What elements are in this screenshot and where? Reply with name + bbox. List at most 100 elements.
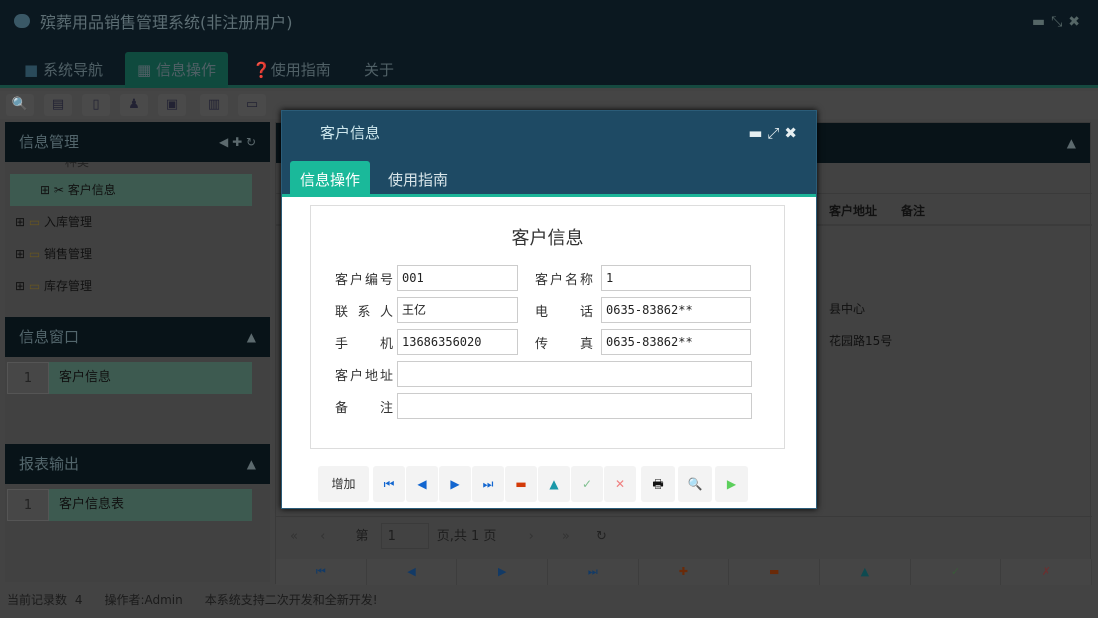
dialog-title: 客户信息 [320,124,381,142]
close-icon[interactable]: ✖ [784,124,802,142]
next-page-icon[interactable]: › [529,529,534,544]
add-icon[interactable]: ✚ [638,559,730,585]
delete-icon[interactable]: ▬ [729,559,821,585]
cancel-icon[interactable]: ✗ [1001,559,1093,585]
prev-page-icon[interactable]: ‹ [320,529,325,544]
close-icon[interactable]: ✖ [1068,14,1086,30]
customer-code-input[interactable]: 001 [397,265,518,291]
tree-item-stock-in[interactable]: ⊞ ▭ 入库管理 [5,206,270,238]
panel-controls[interactable]: ◀ ✚ ↻ [219,122,256,162]
title-bar: 殡葬用品销售管理系统(非注册用户) [0,0,1098,42]
window-icon[interactable]: ▭ [238,94,266,116]
add-button[interactable]: 增加 [318,466,369,502]
customer-name-input[interactable]: 1 [601,265,751,291]
left-sidebar: 信息管理 ◀ ✚ ↻ 种类 ⊞ ✂ 客户信息 ⊞ ▭ 入库管理 ⊞ ▭ 销售管理 … [5,122,270,582]
last-page-icon[interactable]: » [562,529,570,544]
status-note: 本系统支持二次开发和全新开发! [204,593,378,607]
operator: 操作者:Admin [104,593,183,607]
panel-title: 信息管理 [19,133,80,151]
monitor-icon: ■ [24,61,39,79]
edit-button[interactable]: ▲ [538,466,570,502]
table-row[interactable]: 县中心 [829,300,865,317]
record-count: 当前记录数 4 [7,593,83,607]
minimize-icon[interactable]: ▬ [748,124,767,142]
form-icon[interactable]: ▥ [200,94,228,116]
list-icon[interactable]: ▤ [44,94,72,116]
list-item[interactable]: 1 客户信息表 [7,489,252,521]
dialog-tab-info-ops[interactable]: 信息操作 [290,161,371,197]
print-preview-button[interactable]: 🔍 [678,466,712,502]
last-record-icon[interactable]: ⏭ [548,559,639,585]
tree-item-sales[interactable]: ⊞ ▭ 销售管理 [5,238,270,270]
delete-button[interactable]: ▬ [505,466,537,502]
dialog-header: 客户信息 ▬⤢✖ [282,111,816,155]
edit-icon[interactable]: ▲ [820,559,911,585]
tab-guide[interactable]: ❓使用指南 [240,52,343,88]
collapse-icon[interactable]: ▲ [247,444,256,484]
minimize-icon[interactable]: ▬ [1032,14,1051,30]
list-item[interactable]: 1 客户信息 [7,362,252,394]
phone-input[interactable]: 0635-83862** [601,297,751,323]
last-record-button[interactable]: ⏭ [472,466,504,502]
tree-item-category[interactable]: 种类 [5,162,270,174]
first-record-icon[interactable]: ⏮ [276,559,367,585]
fax-input[interactable]: 0635-83862** [601,329,751,355]
tab-about[interactable]: 关于 [352,52,406,88]
item-label: 客户信息 [59,370,112,385]
refresh-icon[interactable]: ↻ [596,529,607,544]
address-input[interactable] [397,361,752,387]
restore-icon[interactable]: ⤡ [1051,14,1068,30]
tree-item-inventory[interactable]: ⊞ ▭ 库存管理 [5,270,270,302]
contact-input[interactable]: 王亿 [397,297,518,323]
column-header[interactable]: 备注 [901,202,925,219]
prev-record-icon[interactable]: ◀ [366,559,458,585]
screen-icon[interactable]: ▣ [158,94,186,116]
label-address: 客户地址 [335,369,393,384]
item-number: 1 [7,362,49,394]
tree-label: 库存管理 [44,279,93,293]
run-button[interactable]: ▶ [715,466,748,502]
tab-system-nav[interactable]: ■ 系统导航 [12,52,115,88]
document-icon[interactable]: ▯ [82,94,110,116]
prev-record-button[interactable]: ◀ [406,466,438,502]
collapse-icon[interactable]: ▲ [1067,123,1076,163]
table-row[interactable]: 花园路15号 [829,332,892,349]
tab-label: 使用指南 [388,171,449,189]
pager: « ‹ 第 1 页,共 1 页 › » ↻ [276,516,1092,556]
save-icon[interactable]: ✓ [910,559,1002,585]
tab-info-ops[interactable]: ▦ 信息操作 [125,52,228,88]
grid-icon: ▦ [137,61,152,79]
label-contact: 联系人 [335,305,393,320]
page-input[interactable]: 1 [380,523,429,549]
cancel-button[interactable]: ✕ [604,466,636,502]
remark-input[interactable] [397,393,752,419]
label-remark: 备注 [335,401,393,416]
app-title: 殡葬用品销售管理系统(非注册用户) [40,13,293,32]
tree-label: 客户信息 [67,183,116,197]
item-label: 客户信息表 [59,497,125,512]
maximize-icon[interactable]: ⤢ [767,124,784,142]
tab-label: 信息操作 [155,61,216,79]
save-button[interactable]: ✓ [571,466,603,502]
first-record-button[interactable]: ⏮ [373,466,405,502]
label-fax: 传真 [535,337,593,352]
next-record-icon[interactable]: ▶ [457,559,549,585]
collapse-icon[interactable]: ▲ [247,317,256,357]
page-prefix: 第 [355,529,369,544]
dialog-tab-guide[interactable]: 使用指南 [378,161,458,197]
label-phone: 电话 [535,305,593,320]
folder-icon: ▭ [28,279,41,293]
next-record-button[interactable]: ▶ [439,466,471,502]
tree-item-customer[interactable]: ⊞ ✂ 客户信息 [10,174,252,206]
first-page-icon[interactable]: « [290,529,298,544]
column-header[interactable]: 客户地址 [829,202,877,219]
tab-label: 关于 [364,61,395,79]
user-icon[interactable]: ♟ [120,94,148,116]
panel-header-info-mgmt: 信息管理 ◀ ✚ ↻ [5,122,270,162]
panel-title: 信息窗口 [19,328,80,346]
print-button[interactable]: 🖶 [641,466,675,502]
mobile-input[interactable]: 13686356020 [397,329,518,355]
window-controls: ▬⤡✖ [1032,14,1086,30]
main-nav: ■ 系统导航 ▦ 信息操作 ❓使用指南 关于 [0,42,1098,88]
search-icon[interactable]: 🔍 [6,94,34,116]
